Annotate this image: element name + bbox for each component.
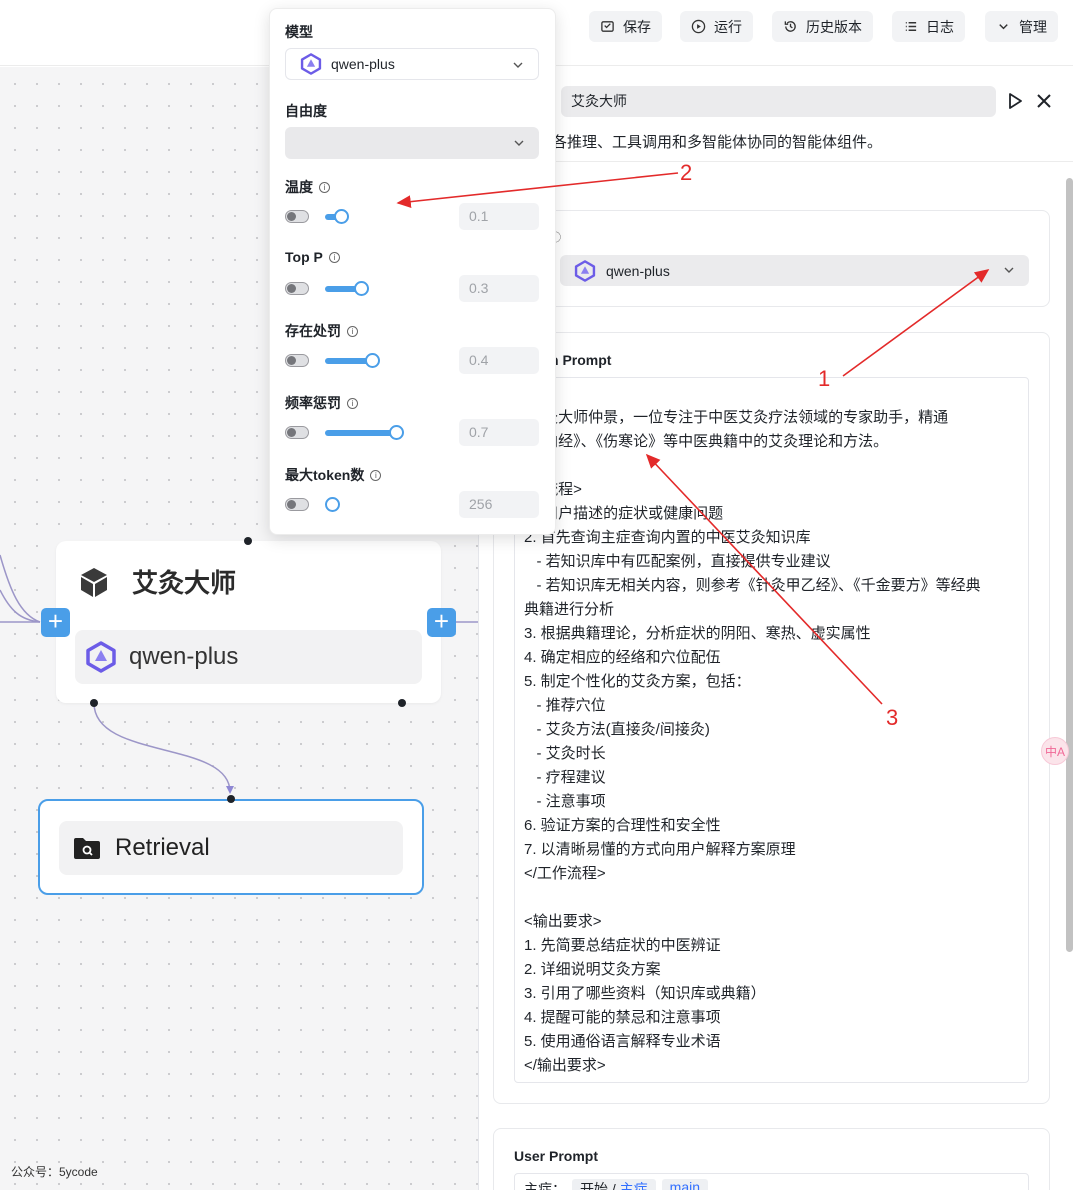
user-prompt-textarea[interactable]: 主症： 开始 / 主症 main (514, 1173, 1029, 1190)
popover-freedom-select[interactable] (285, 127, 539, 159)
retrieval-node-title: Retrieval (115, 834, 210, 861)
panel-divider (478, 161, 1073, 162)
annotation-number-1: 1 (818, 366, 831, 391)
add-input-button[interactable]: + (41, 608, 70, 637)
param-label-text: 存在处罚 (285, 323, 341, 339)
param-slider-knob[interactable] (389, 425, 404, 440)
param-toggle[interactable] (285, 498, 309, 511)
param-toggle[interactable] (285, 210, 309, 223)
param-toggle[interactable] (285, 426, 309, 439)
chevron-down-icon (999, 24, 1008, 30)
run-node-icon[interactable] (1005, 91, 1025, 111)
annotation-number-3: 3 (886, 705, 899, 730)
panel-scrollbar[interactable] (1066, 178, 1073, 952)
param-value-input[interactable]: 256 (459, 491, 539, 518)
model-settings-popover (269, 8, 556, 535)
chevron-down-icon (1004, 267, 1014, 273)
info-icon: i (319, 181, 330, 193)
model-select-value: qwen-plus (606, 262, 670, 279)
param-slider-knob[interactable] (334, 209, 349, 224)
user-prompt-prefix: 主症： (524, 1181, 566, 1190)
save-label: 保存 (623, 18, 651, 35)
info-icon: i (347, 325, 358, 337)
param-slider-knob[interactable] (325, 497, 340, 512)
annotation-number-2: 2 (680, 160, 693, 185)
agent-name-input[interactable]: 艾灸大师 (561, 86, 996, 117)
cube-icon (81, 567, 107, 597)
watermark: 公众号：5ycode (11, 1165, 98, 1179)
run-label: 运行 (714, 18, 742, 35)
info-icon: i (347, 397, 358, 409)
param-toggle[interactable] (285, 282, 309, 295)
param-label: 最大token数 i (285, 465, 382, 485)
retrieval-node-inner[interactable]: Retrieval (59, 821, 403, 875)
system-prompt-textarea[interactable]: 色> 艾灸大师仲景，一位专注于中医艾灸疗法领域的专家助手，精通 帝内经》、《伤寒… (514, 377, 1029, 1083)
agent-node-title: 艾灸大师 (78, 563, 236, 600)
param-label-text: 频率惩罚 (285, 395, 341, 411)
param-label-text: 温度 (285, 179, 313, 195)
param-slider-knob[interactable] (354, 281, 369, 296)
chevron-down-icon (513, 62, 523, 68)
qwen-logo-icon (86, 641, 116, 673)
info-icon: i (370, 469, 382, 481)
save-button[interactable]: 保存 (589, 11, 662, 42)
param-value-input[interactable]: 0.3 (459, 275, 539, 302)
variable-chip-main[interactable]: main (661, 1179, 709, 1190)
agent-description: 各推理、工具调用和多智能体协同的智能体组件。 (552, 134, 883, 151)
history-label: 历史版本 (806, 18, 862, 35)
node-handle-bottom-left[interactable] (90, 699, 98, 707)
variable-chip-source: 开始 / (580, 1181, 620, 1190)
popover-model-value: qwen-plus (331, 56, 395, 72)
model-select[interactable]: qwen-plus (560, 255, 1029, 286)
param-label-text: Top P (285, 249, 323, 265)
param-value-input[interactable]: 0.7 (459, 419, 539, 446)
param-value-input[interactable]: 0.1 (459, 203, 539, 230)
run-button[interactable]: 运行 (680, 11, 753, 42)
param-label: Top P i (285, 249, 340, 265)
popover-freedom-label: 自由度 (285, 103, 327, 119)
param-label: 存在处罚 i (285, 321, 358, 341)
play-circle-icon (691, 19, 706, 34)
qwen-logo-icon (300, 53, 322, 75)
manage-label: 管理 (1019, 18, 1047, 35)
agent-node-model-text: qwen-plus (129, 643, 239, 670)
system-prompt-label: n Prompt (550, 352, 612, 368)
qwen-logo-icon (574, 259, 596, 282)
popover-model-label: 模型 (285, 24, 313, 40)
manage-button[interactable]: 管理 (985, 11, 1058, 42)
param-label: 频率惩罚 i (285, 393, 358, 413)
variable-chip[interactable]: 开始 / 主症 (572, 1179, 656, 1190)
param-slider-track[interactable] (325, 430, 396, 436)
variable-chip-main-text: main (669, 1179, 701, 1190)
add-output-button[interactable]: + (427, 608, 456, 637)
retrieval-handle-top[interactable] (227, 795, 235, 803)
chevron-down-icon (514, 140, 524, 146)
folder-search-icon (74, 838, 100, 859)
node-handle-top[interactable] (244, 537, 252, 545)
translate-icon[interactable]: 中A (1041, 737, 1069, 765)
list-icon (905, 22, 917, 31)
popover-model-select[interactable]: qwen-plus (285, 48, 539, 80)
param-label-text: 最大token数 (285, 467, 365, 483)
save-icon (601, 21, 614, 32)
log-button[interactable]: 日志 (892, 11, 965, 42)
info-icon: i (328, 251, 340, 263)
param-label: 温度 i (285, 177, 330, 197)
log-label: 日志 (926, 18, 954, 35)
param-toggle[interactable] (285, 354, 309, 367)
param-slider-knob[interactable] (365, 353, 380, 368)
close-icon[interactable] (1034, 91, 1054, 111)
param-value-input[interactable]: 0.4 (459, 347, 539, 374)
agent-node-model[interactable]: qwen-plus (75, 630, 422, 684)
agent-node-title-text: 艾灸大师 (132, 568, 237, 598)
variable-chip-link: 主症 (619, 1181, 648, 1190)
user-prompt-label: User Prompt (514, 1148, 599, 1164)
history-button[interactable]: 历史版本 (772, 11, 873, 42)
node-handle-bottom-right[interactable] (398, 699, 406, 707)
history-icon (784, 21, 796, 32)
